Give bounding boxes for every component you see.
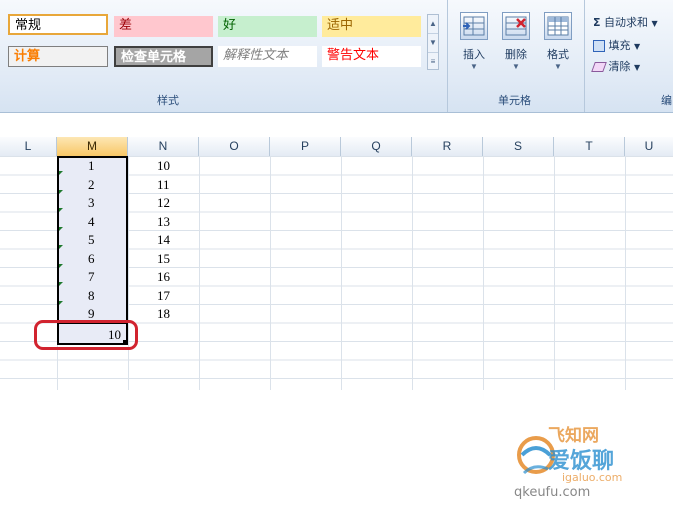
column-header-o[interactable]: O <box>199 137 270 156</box>
column-header-row: L M N O P Q R S T U <box>0 137 673 157</box>
watermark-text-3: igaluo.com <box>562 471 623 484</box>
editing-group-label: 编 <box>661 94 672 107</box>
scroll-down-icon[interactable]: ▼ <box>428 34 438 53</box>
insert-dropdown-icon[interactable]: ▼ <box>456 62 492 71</box>
delete-button[interactable]: 删除 ▼ <box>498 12 534 71</box>
insert-cells-icon <box>460 12 488 40</box>
cell-m4[interactable]: 4 <box>88 213 95 231</box>
styles-gallery-scroll[interactable]: ▲ ▼ ≡ <box>427 14 439 70</box>
eraser-icon <box>591 62 607 72</box>
cell-n2[interactable]: 11 <box>157 176 170 194</box>
grid-line <box>554 156 555 390</box>
column-header-m[interactable]: M <box>57 137 128 156</box>
style-neutral[interactable]: 适中 <box>322 16 421 37</box>
autosum-dropdown-icon[interactable]: ▼ <box>652 19 658 28</box>
style-explanatory[interactable]: 解释性文本 <box>218 46 317 67</box>
grid-line <box>412 156 413 390</box>
column-header-l[interactable]: L <box>0 137 57 156</box>
cell-m6[interactable]: 6 <box>88 250 95 268</box>
text-number-indicator <box>59 245 63 249</box>
scroll-up-icon[interactable]: ▲ <box>428 15 438 34</box>
clear-label: 清除 <box>608 60 631 73</box>
cells-group: 插入 ▼ 删除 ▼ 格式 ▼ 单元格 <box>448 0 585 112</box>
grid-line <box>625 156 626 390</box>
text-number-indicator <box>59 227 63 231</box>
formula-bar-area[interactable] <box>0 113 673 138</box>
format-label: 格式 <box>547 48 569 61</box>
insert-button[interactable]: 插入 ▼ <box>456 12 492 71</box>
cell-n9[interactable]: 18 <box>157 305 170 323</box>
grid-line <box>270 156 271 390</box>
cell-n3[interactable]: 12 <box>157 194 170 212</box>
delete-cells-icon <box>502 12 530 40</box>
fill-button[interactable]: 填充 ▼ <box>593 37 640 53</box>
watermark: 飞知网 爱饭聊 igaluo.com qkeufu.com <box>500 413 673 503</box>
style-bad[interactable]: 差 <box>114 16 213 37</box>
delete-dropdown-icon[interactable]: ▼ <box>498 62 534 71</box>
clear-button[interactable]: 清除 ▼ <box>591 58 640 74</box>
highlight-annotation <box>34 320 138 350</box>
column-header-r[interactable]: R <box>412 137 483 156</box>
style-good[interactable]: 好 <box>218 16 317 37</box>
insert-label: 插入 <box>463 48 485 61</box>
format-cells-icon <box>544 12 572 40</box>
cell-m5[interactable]: 5 <box>88 231 95 249</box>
style-normal[interactable]: 常规 <box>8 14 108 35</box>
autosum-button[interactable]: Σ 自动求和 ▼ <box>593 14 658 30</box>
column-header-s[interactable]: S <box>483 137 554 156</box>
column-header-p[interactable]: P <box>270 137 341 156</box>
fill-down-icon <box>593 40 605 52</box>
grid-line <box>128 156 129 390</box>
cells-group-label: 单元格 <box>498 94 531 107</box>
grid-line <box>483 156 484 390</box>
worksheet: L M N O P Q R S T U 1 2 3 4 5 6 7 8 9 10… <box>0 113 673 500</box>
gallery-more-icon[interactable]: ≡ <box>428 53 438 71</box>
cell-n6[interactable]: 15 <box>157 250 170 268</box>
watermark-text-4: qkeufu.com <box>514 485 591 500</box>
text-number-indicator <box>59 282 63 286</box>
ribbon: 常规 差 好 适中 计算 检查单元格 解释性文本 警告文本 ▲ ▼ ≡ 样式 插… <box>0 0 673 113</box>
cell-m3[interactable]: 3 <box>88 194 95 212</box>
column-header-q[interactable]: Q <box>341 137 412 156</box>
cell-n5[interactable]: 14 <box>157 231 170 249</box>
delete-label: 删除 <box>505 48 527 61</box>
style-check-cell[interactable]: 检查单元格 <box>114 46 213 67</box>
styles-group: 常规 差 好 适中 计算 检查单元格 解释性文本 警告文本 ▲ ▼ ≡ 样式 <box>0 0 448 112</box>
cell-n1[interactable]: 10 <box>157 157 170 175</box>
clear-dropdown-icon[interactable]: ▼ <box>634 63 640 72</box>
column-header-t[interactable]: T <box>554 137 625 156</box>
text-number-indicator <box>59 264 63 268</box>
editing-group: Σ 自动求和 ▼ 填充 ▼ 清除 ▼ 编 <box>585 0 673 112</box>
cell-m2[interactable]: 2 <box>88 176 95 194</box>
cell-n8[interactable]: 17 <box>157 287 170 305</box>
format-button[interactable]: 格式 ▼ <box>540 12 576 71</box>
cell-m8[interactable]: 8 <box>88 287 95 305</box>
cell-m7[interactable]: 7 <box>88 268 95 286</box>
styles-group-label: 样式 <box>157 94 179 107</box>
cell-n7[interactable]: 16 <box>157 268 170 286</box>
autosum-label: 自动求和 <box>604 16 649 29</box>
fill-dropdown-icon[interactable]: ▼ <box>634 42 640 51</box>
fill-label: 填充 <box>608 39 631 52</box>
style-calculation[interactable]: 计算 <box>8 46 108 67</box>
text-number-indicator <box>59 190 63 194</box>
grid-line <box>341 156 342 390</box>
cell-n4[interactable]: 13 <box>157 213 170 231</box>
sigma-icon: Σ <box>593 16 601 29</box>
cell-m1[interactable]: 1 <box>88 157 95 175</box>
format-dropdown-icon[interactable]: ▼ <box>540 62 576 71</box>
text-number-indicator <box>59 171 63 175</box>
text-number-indicator <box>59 301 63 305</box>
style-warning[interactable]: 警告文本 <box>322 46 421 67</box>
text-number-indicator <box>59 208 63 212</box>
column-header-n[interactable]: N <box>128 137 199 156</box>
grid-line <box>199 156 200 390</box>
column-header-u[interactable]: U <box>625 137 673 156</box>
